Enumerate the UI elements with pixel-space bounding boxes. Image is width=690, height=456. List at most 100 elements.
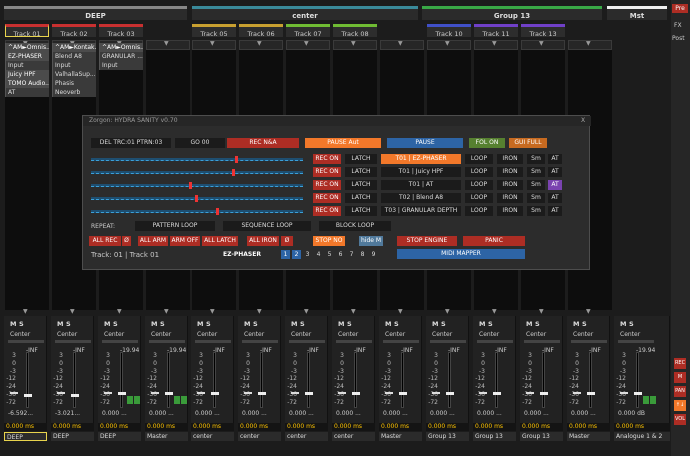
solo-button[interactable]: S bbox=[394, 320, 399, 328]
param-name-button[interactable]: T01 | Juicy HPF bbox=[381, 167, 461, 177]
automation-slider[interactable] bbox=[91, 158, 303, 161]
chevron-down-icon[interactable]: ▼ bbox=[351, 308, 356, 315]
page-button-3[interactable]: 3 bbox=[303, 250, 312, 259]
fx-plugin-slot[interactable]: Phasis bbox=[52, 79, 96, 88]
slider-handle[interactable] bbox=[235, 156, 238, 163]
pan-slider[interactable] bbox=[8, 340, 44, 343]
fader-cap[interactable] bbox=[399, 392, 407, 395]
chevron-down-icon[interactable]: ▼ bbox=[117, 308, 122, 315]
midi-mapper-button[interactable]: MIDI MAPPER bbox=[397, 249, 525, 259]
iron-button[interactable]: IRON bbox=[497, 167, 523, 177]
latch-button[interactable]: LATCH bbox=[345, 167, 377, 177]
pause-button[interactable]: PAUSE bbox=[387, 138, 463, 148]
pan-value[interactable]: Center bbox=[432, 331, 452, 338]
page-button-4[interactable]: 4 bbox=[314, 250, 323, 259]
fx-plugin-slot[interactable]: Input bbox=[99, 61, 143, 70]
param-name-button[interactable]: T03 | GRANULAR DEPTH bbox=[381, 206, 461, 216]
smooth-button[interactable]: Sm bbox=[527, 206, 545, 216]
pan-slider[interactable] bbox=[55, 340, 91, 343]
pan-value[interactable]: Center bbox=[151, 331, 171, 338]
mute-button[interactable]: M bbox=[57, 320, 63, 328]
pan-value[interactable]: Center bbox=[291, 331, 311, 338]
slider-handle[interactable] bbox=[189, 182, 192, 189]
chevron-down-icon[interactable]: ▼ bbox=[257, 308, 262, 315]
page-button-9[interactable]: 9 bbox=[369, 250, 378, 259]
track-header-6[interactable]: Track 07 bbox=[286, 24, 330, 38]
stop-no-button[interactable]: STOP NO bbox=[313, 236, 345, 246]
gui-full-button[interactable]: GUI FULL bbox=[509, 138, 547, 148]
solo-button[interactable]: S bbox=[347, 320, 352, 328]
chevron-down-icon[interactable]: ▼ bbox=[586, 308, 591, 315]
fader-cap[interactable] bbox=[258, 392, 266, 395]
mute-button[interactable]: M bbox=[479, 320, 485, 328]
automation-slider[interactable] bbox=[91, 210, 303, 213]
fader-cap[interactable] bbox=[118, 392, 126, 395]
mute-button[interactable]: M bbox=[10, 320, 16, 328]
at-button[interactable]: AT bbox=[548, 193, 562, 203]
track-header-9[interactable]: Track 11 bbox=[474, 24, 518, 38]
pan-value[interactable]: Center bbox=[10, 331, 30, 338]
at-button[interactable]: AT bbox=[548, 167, 562, 177]
track-header-4[interactable]: Track 05 bbox=[192, 24, 236, 38]
group-header-deep[interactable]: DEEP bbox=[4, 6, 187, 20]
go-button[interactable]: GO 00 bbox=[175, 138, 225, 148]
fx-plugin-slot[interactable]: EZ-PHASER bbox=[5, 52, 49, 61]
pan-slider[interactable] bbox=[524, 340, 560, 343]
solo-button[interactable]: S bbox=[488, 320, 493, 328]
output-route[interactable]: Group 13 bbox=[426, 432, 469, 441]
smooth-button[interactable]: Sm bbox=[527, 167, 545, 177]
volume-fader[interactable] bbox=[448, 352, 451, 408]
pre-fx-button[interactable]: Pre bbox=[672, 4, 688, 13]
fader-cap[interactable] bbox=[634, 392, 642, 395]
all-rec-clear-button[interactable]: Ø bbox=[122, 236, 131, 246]
page-button-1[interactable]: 1 bbox=[281, 250, 290, 259]
pan-slider[interactable] bbox=[149, 340, 185, 343]
loop-button[interactable]: LOOP bbox=[465, 206, 493, 216]
solo-button[interactable]: S bbox=[113, 320, 118, 328]
volume-fader[interactable] bbox=[260, 352, 263, 408]
solo-button[interactable]: S bbox=[253, 320, 258, 328]
at-button[interactable]: AT bbox=[548, 154, 562, 164]
solo-button[interactable]: S bbox=[160, 320, 165, 328]
fader-cap[interactable] bbox=[71, 394, 79, 397]
fader-cap[interactable] bbox=[165, 392, 173, 395]
page-button-7[interactable]: 7 bbox=[347, 250, 356, 259]
output-route[interactable]: Master bbox=[379, 432, 422, 441]
chevron-down-icon[interactable]: ▼ bbox=[304, 308, 309, 315]
volume-fader[interactable] bbox=[589, 352, 592, 408]
pan-slider[interactable] bbox=[618, 340, 654, 343]
chevron-down-icon[interactable]: ▼ bbox=[492, 308, 497, 315]
fol-on-button[interactable]: FOL ON bbox=[469, 138, 505, 148]
slider-handle[interactable] bbox=[216, 208, 219, 215]
chevron-down-icon[interactable]: ▼ bbox=[445, 40, 450, 47]
track-header-2[interactable]: Track 02 bbox=[52, 24, 96, 38]
pan-slider[interactable] bbox=[102, 340, 138, 343]
output-route[interactable]: Master bbox=[567, 432, 610, 441]
mute-button[interactable]: M bbox=[385, 320, 391, 328]
stop-engine-button[interactable]: STOP ENGINE bbox=[397, 236, 457, 246]
mute-button[interactable]: M bbox=[338, 320, 344, 328]
latch-button[interactable]: LATCH bbox=[345, 193, 377, 203]
pan-slider[interactable] bbox=[289, 340, 325, 343]
solo-button[interactable]: S bbox=[300, 320, 305, 328]
group-header-group13[interactable]: Group 13 bbox=[422, 6, 602, 20]
fader-cap[interactable] bbox=[352, 392, 360, 395]
fx-plugin-slot[interactable]: ValhallaSup... bbox=[52, 70, 96, 79]
iron-button[interactable]: IRON bbox=[497, 193, 523, 203]
side-button-0[interactable]: REC bbox=[674, 358, 686, 369]
side-button-1[interactable]: M bbox=[674, 372, 686, 383]
output-route[interactable]: Master bbox=[145, 432, 188, 441]
track-header-10[interactable]: Track 13 bbox=[521, 24, 565, 38]
output-route[interactable]: Group 13 bbox=[473, 432, 516, 441]
panic-button[interactable]: PANIC bbox=[463, 236, 525, 246]
mute-button[interactable]: M bbox=[104, 320, 110, 328]
loop-button[interactable]: LOOP bbox=[465, 154, 493, 164]
track-header-5[interactable]: Track 06 bbox=[239, 24, 283, 38]
latch-button[interactable]: LATCH bbox=[345, 180, 377, 190]
mute-button[interactable]: M bbox=[151, 320, 157, 328]
fader-cap[interactable] bbox=[24, 394, 32, 397]
param-name-button[interactable]: T02 | Blend A8 bbox=[381, 193, 461, 203]
chevron-down-icon[interactable]: ▼ bbox=[586, 40, 591, 47]
volume-fader[interactable] bbox=[26, 352, 29, 408]
pan-slider[interactable] bbox=[571, 340, 607, 343]
